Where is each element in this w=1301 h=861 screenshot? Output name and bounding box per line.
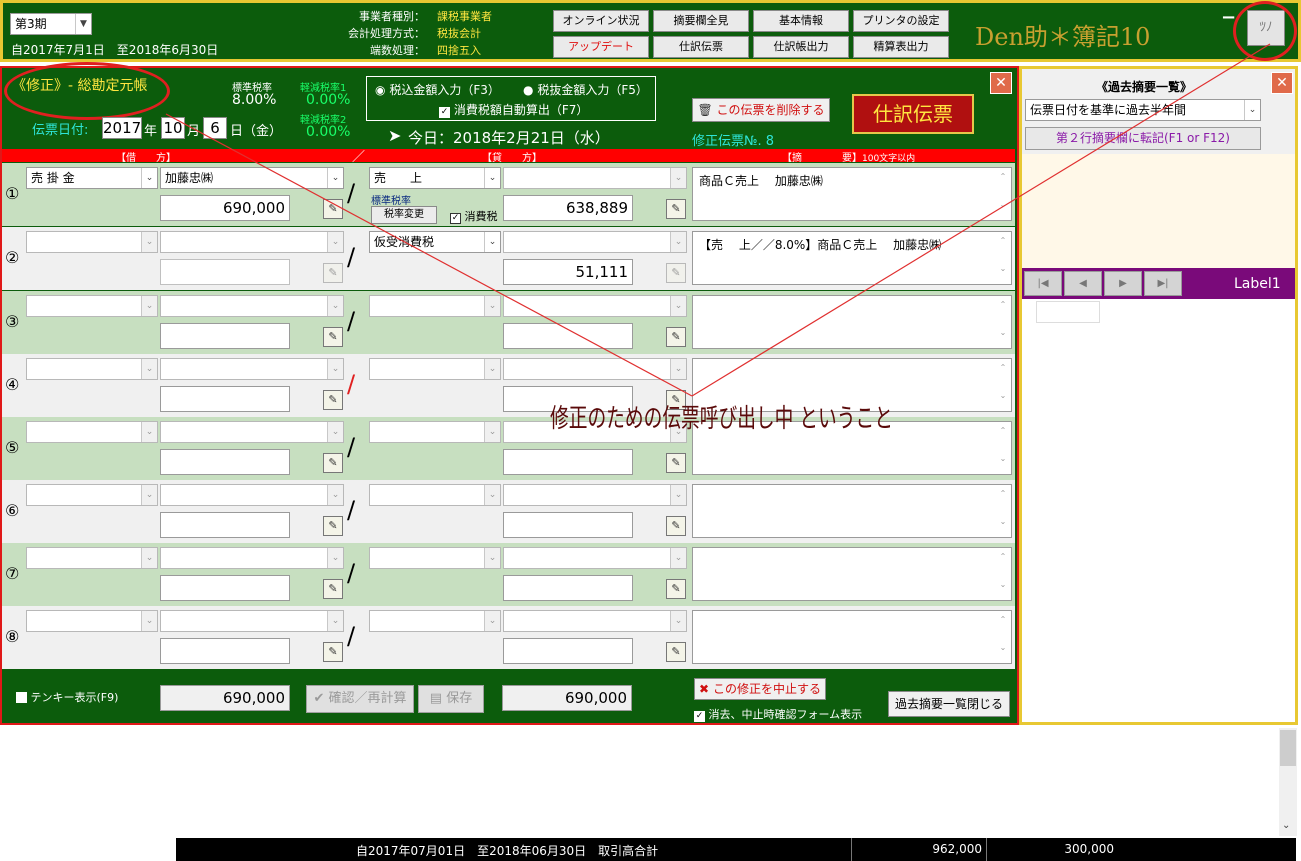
annotation-line bbox=[691, 43, 1271, 397]
annotation-line bbox=[165, 113, 693, 397]
annotation-text: 修正のための伝票呼び出し中 ということ bbox=[550, 404, 893, 434]
